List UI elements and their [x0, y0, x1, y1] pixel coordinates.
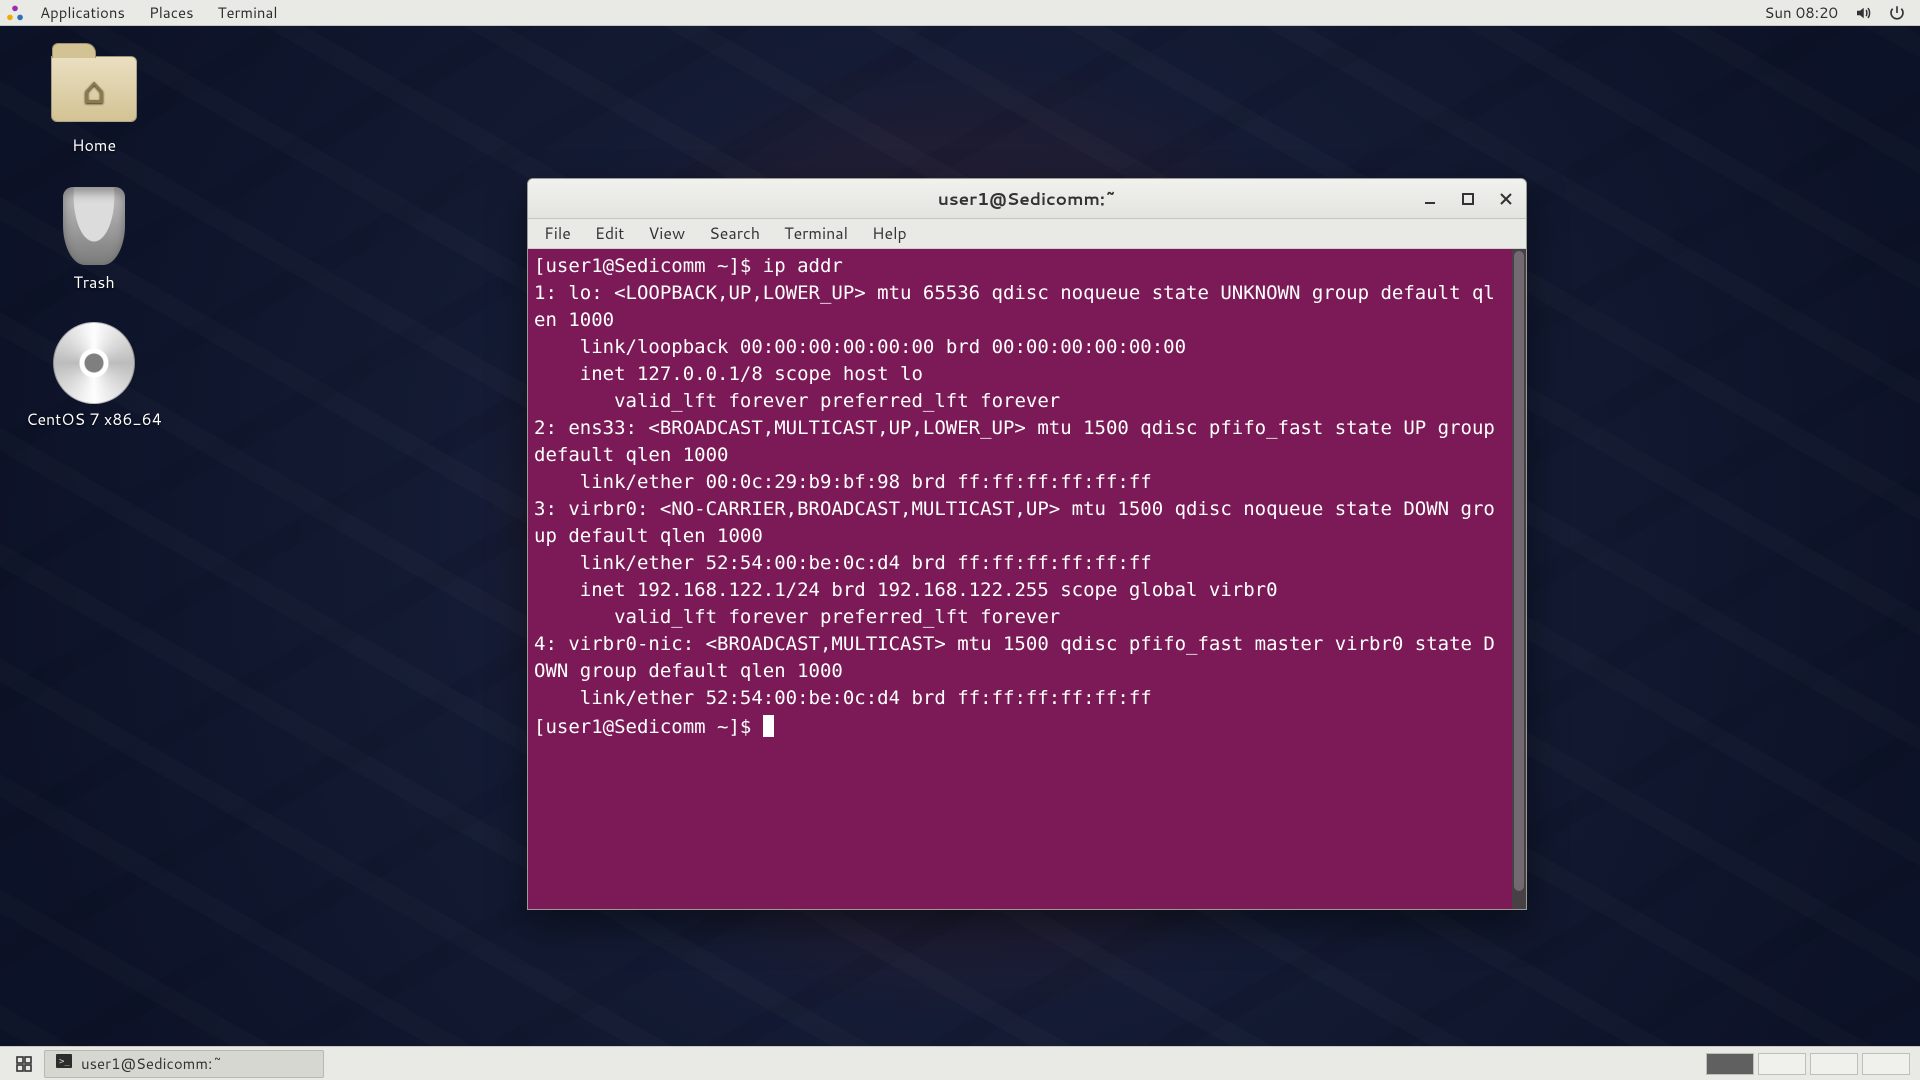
terminal-output-text: [user1@Sedicomm ~]$ ip addr 1: lo: <LOOP… [534, 255, 1506, 738]
scrollbar-thumb[interactable] [1514, 251, 1524, 891]
taskbar-item-label: user1@Sedicomm:~ [81, 1053, 223, 1074]
terminal-output[interactable]: [user1@Sedicomm ~]$ ip addr 1: lo: <LOOP… [528, 249, 1512, 909]
workspace-1[interactable] [1706, 1053, 1754, 1075]
show-desktop-button[interactable] [4, 1050, 44, 1078]
disc-icon [53, 322, 135, 404]
bottom-panel: >_ user1@Sedicomm:~ [0, 1046, 1920, 1080]
menu-file[interactable]: File [532, 222, 583, 245]
terminal-app-icon: >_ [55, 1052, 73, 1075]
menu-view[interactable]: View [636, 222, 697, 245]
workspace-3[interactable] [1810, 1053, 1858, 1075]
desktop-icon-label: CentOS 7 x86_64 [26, 408, 162, 431]
clock[interactable]: Sun 08:20 [1764, 2, 1838, 23]
svg-text:>_: >_ [59, 1057, 70, 1067]
terminal-cursor [763, 715, 774, 737]
menu-help[interactable]: Help [860, 222, 919, 245]
desktop-icons: ⌂ Home Trash CentOS 7 x86_64 [24, 50, 164, 431]
window-close-button[interactable] [1490, 185, 1522, 213]
window-maximize-button[interactable] [1452, 185, 1484, 213]
volume-icon[interactable] [1854, 4, 1872, 22]
menu-terminal-app[interactable]: Terminal [206, 2, 290, 23]
distro-icon [6, 5, 22, 21]
menu-places[interactable]: Places [137, 2, 206, 23]
desktop: ⌂ Home Trash CentOS 7 x86_64 user1@Sedic… [0, 26, 1920, 1046]
desktop-icon-disc[interactable]: CentOS 7 x86_64 [24, 324, 164, 431]
terminal-menubar: File Edit View Search Terminal Help [528, 219, 1526, 249]
window-minimize-button[interactable] [1414, 185, 1446, 213]
menu-terminal[interactable]: Terminal [772, 222, 860, 245]
trash-icon [63, 187, 125, 265]
workspace-2[interactable] [1758, 1053, 1806, 1075]
menu-edit[interactable]: Edit [583, 222, 636, 245]
desktop-icon-label: Trash [73, 271, 114, 294]
desktop-icon-home[interactable]: ⌂ Home [24, 50, 164, 157]
taskbar-item-terminal[interactable]: >_ user1@Sedicomm:~ [44, 1050, 324, 1078]
window-titlebar[interactable]: user1@Sedicomm:~ [528, 179, 1526, 219]
terminal-scrollbar[interactable] [1512, 249, 1526, 909]
window-title: user1@Sedicomm:~ [938, 187, 1117, 211]
power-icon[interactable] [1888, 4, 1906, 22]
desktop-icon-trash[interactable]: Trash [24, 187, 164, 294]
top-bar: Applications Places Terminal Sun 08:20 [0, 0, 1920, 26]
menu-applications[interactable]: Applications [28, 2, 137, 23]
desktop-icon-label: Home [72, 134, 116, 157]
terminal-window: user1@Sedicomm:~ File Edit View Search T… [527, 178, 1527, 910]
workspace-switcher [1706, 1053, 1910, 1075]
workspace-4[interactable] [1862, 1053, 1910, 1075]
folder-icon: ⌂ [51, 56, 137, 122]
home-icon: ⌂ [52, 57, 136, 121]
menu-search[interactable]: Search [697, 222, 772, 245]
